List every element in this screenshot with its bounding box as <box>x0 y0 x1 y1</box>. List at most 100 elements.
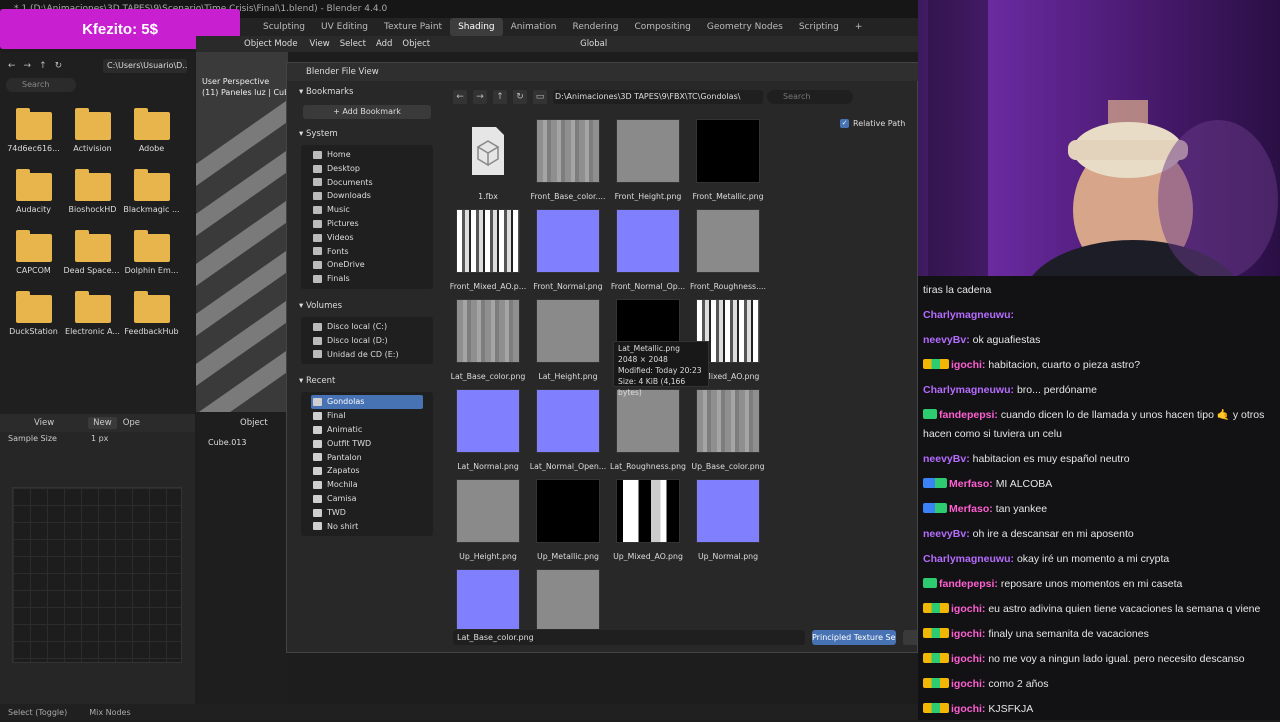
chat-username[interactable]: igochi: <box>951 703 985 715</box>
chat-username[interactable]: neevyBv: <box>923 453 970 465</box>
file-tile[interactable]: Front_Height.png <box>608 119 688 207</box>
recent-item[interactable]: Pantalon <box>313 451 433 465</box>
folder-item[interactable]: Dead Space ... <box>63 230 122 275</box>
recent-item[interactable]: No shirt <box>313 520 433 534</box>
file-tile[interactable]: Lat_Normal.png <box>448 389 528 477</box>
parent-dir-icon[interactable]: ↑ <box>39 61 47 71</box>
file-tile[interactable]: Front_Normal.png <box>528 209 608 297</box>
chat-username[interactable]: Charlymagneuwu: <box>923 384 1014 396</box>
file-tile[interactable]: Lat_Height.png <box>528 299 608 387</box>
open-button[interactable]: Principled Texture Se... <box>812 630 896 645</box>
chat-username[interactable]: neevyBv: <box>923 334 970 346</box>
chat-username[interactable]: igochi: <box>951 653 985 665</box>
file-tile[interactable]: Up_Base_color.png <box>688 389 768 477</box>
recent-item[interactable]: Gondolas <box>311 395 423 410</box>
chat-username[interactable]: Charlymagneuwu: <box>923 553 1014 565</box>
orientation-dropdown[interactable]: Global <box>580 39 607 49</box>
system-item[interactable]: OneDrive <box>313 258 433 272</box>
chat-username[interactable]: neevyBv: <box>923 528 970 540</box>
recent-header[interactable]: ▾ Recent <box>295 372 443 390</box>
dialog-search-input[interactable]: Search <box>767 90 853 104</box>
checkbox-icon[interactable]: ✓ <box>840 119 849 128</box>
system-item[interactable]: Documents <box>313 176 433 190</box>
select-menu[interactable]: Select <box>340 39 366 49</box>
file-tile[interactable]: Up_Normal.png <box>688 479 768 567</box>
back-icon[interactable]: ← <box>8 61 16 71</box>
chat-username[interactable]: igochi: <box>951 359 985 371</box>
system-item[interactable]: Music <box>313 203 433 217</box>
back-icon[interactable]: ← <box>453 90 467 104</box>
new-folder-icon[interactable]: ▭ <box>533 90 547 104</box>
volumes-item[interactable]: Disco local (C:) <box>313 320 433 334</box>
file-tile[interactable]: Up_Metallic.png <box>528 479 608 567</box>
recent-item[interactable]: TWD <box>313 506 433 520</box>
system-item[interactable]: Desktop <box>313 162 433 176</box>
sample-size-value[interactable]: 1 px <box>91 434 108 443</box>
folder-item[interactable]: Electronic A... <box>63 291 122 336</box>
chat-username[interactable]: Merfaso: <box>949 503 993 515</box>
chat-username[interactable]: Merfaso: <box>949 478 993 490</box>
folder-item[interactable]: Audacity <box>4 169 63 214</box>
recent-item[interactable]: Zapatos <box>313 464 433 478</box>
object-menu[interactable]: Object <box>402 39 430 49</box>
add-menu[interactable]: Add <box>376 39 392 49</box>
3d-viewport[interactable] <box>196 52 288 412</box>
add-bookmark-button[interactable]: + Add Bookmark <box>303 105 431 119</box>
folder-item[interactable]: DuckStation <box>4 291 63 336</box>
file-tile[interactable]: Lat_Roughness.png <box>608 389 688 477</box>
parent-dir-icon[interactable]: ↑ <box>493 90 507 104</box>
outliner-item[interactable]: Cube.013 <box>196 438 288 447</box>
recent-item[interactable]: Outfit TWD <box>313 437 433 451</box>
file-tile[interactable]: Lat_Base_color.png <box>448 299 528 387</box>
file-tile[interactable]: Lat_Normal_Open... <box>528 389 608 477</box>
folder-item[interactable]: CAPCOM <box>4 230 63 275</box>
filename-input[interactable]: Lat_Base_color.png <box>453 630 805 645</box>
file-tile[interactable] <box>528 569 608 629</box>
chat-username[interactable]: Charlymagneuwu: <box>923 309 1014 321</box>
forward-icon[interactable]: → <box>24 61 32 71</box>
system-item[interactable]: Finals <box>313 272 433 286</box>
refresh-icon[interactable]: ↻ <box>513 90 527 104</box>
volumes-header[interactable]: ▾ Volumes <box>295 297 443 315</box>
mode-dropdown[interactable]: Object Mode <box>242 39 300 49</box>
recent-item[interactable]: Animatic <box>313 423 433 437</box>
tab-rendering[interactable]: Rendering <box>565 18 627 36</box>
left-search-input[interactable]: Search <box>6 78 76 92</box>
system-item[interactable]: Videos <box>313 231 433 245</box>
chat-username[interactable]: fandepepsi: <box>939 578 998 590</box>
tab-animation[interactable]: Animation <box>503 18 565 36</box>
file-tile[interactable]: Front_Mixed_AO.p... <box>448 209 528 297</box>
cancel-button[interactable] <box>903 630 917 645</box>
file-tile[interactable]: 1.fbx <box>448 119 528 207</box>
add-workspace-button[interactable]: + <box>847 18 871 36</box>
object-dropdown[interactable]: Object <box>240 418 268 428</box>
refresh-icon[interactable]: ↻ <box>55 61 63 71</box>
folder-item[interactable]: Adobe <box>122 108 181 153</box>
folder-item[interactable]: BioshockHD <box>63 169 122 214</box>
system-item[interactable]: Home <box>313 148 433 162</box>
relative-path-toggle[interactable]: ✓ Relative Path <box>840 119 905 128</box>
system-header[interactable]: ▾ System <box>295 125 443 143</box>
tab-uv-editing[interactable]: UV Editing <box>313 18 376 36</box>
system-item[interactable]: Pictures <box>313 217 433 231</box>
directory-path-field[interactable]: D:\Animaciones\3D TAPES\9\FBX\TC\Gondola… <box>553 90 763 104</box>
tab-compositing[interactable]: Compositing <box>626 18 698 36</box>
chat-username[interactable]: fandepepsi: <box>939 409 998 421</box>
tab-scripting[interactable]: Scripting <box>791 18 847 36</box>
forward-icon[interactable]: → <box>473 90 487 104</box>
view-menu[interactable]: View <box>34 418 54 428</box>
recent-item[interactable]: Mochila <box>313 478 433 492</box>
file-tile[interactable] <box>448 569 528 629</box>
folder-item[interactable]: 74d6ec616... <box>4 108 63 153</box>
open-image-button[interactable]: Ope <box>123 418 140 428</box>
bookmarks-header[interactable]: ▾ Bookmarks <box>295 83 443 101</box>
system-item[interactable]: Fonts <box>313 245 433 259</box>
left-path-field[interactable]: C:\Users\Usuario\D... <box>103 59 187 73</box>
folder-item[interactable]: FeedbackHub <box>122 291 181 336</box>
recent-item[interactable]: Final <box>313 409 433 423</box>
tab-texture-paint[interactable]: Texture Paint <box>376 18 450 36</box>
folder-item[interactable]: Dolphin Em... <box>122 230 181 275</box>
chat-username[interactable]: igochi: <box>951 678 985 690</box>
folder-item[interactable]: Activision <box>63 108 122 153</box>
file-tile[interactable]: Front_Metallic.png <box>688 119 768 207</box>
